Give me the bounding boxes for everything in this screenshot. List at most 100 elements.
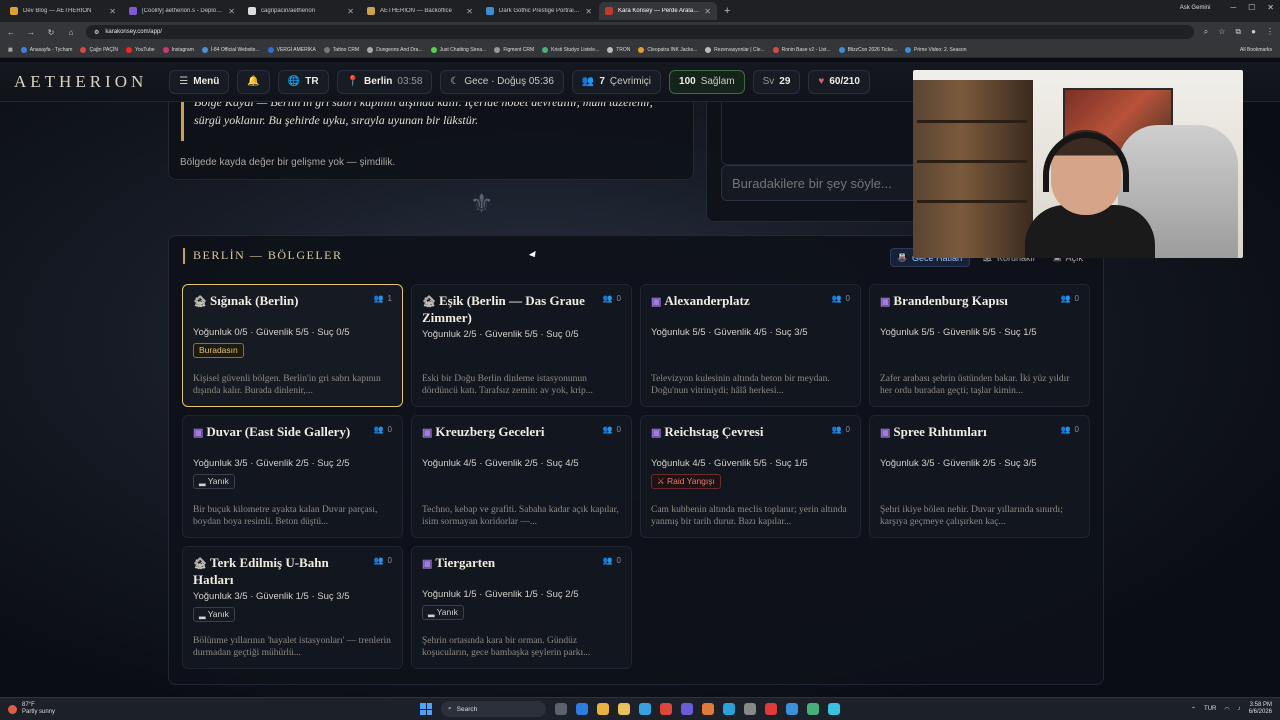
profile-avatar-icon[interactable]: ● bbox=[1251, 27, 1256, 37]
forward-icon[interactable]: → bbox=[26, 28, 36, 37]
bookmark-item[interactable]: Ronin Base v2 - List... bbox=[772, 46, 831, 53]
clock[interactable]: 3:58 PM 6/6/2026 bbox=[1249, 702, 1272, 716]
region-card[interactable]: ▣ Tiergarten 👥 0 Yoğunluk 1/5 · Güvenlik 1/5… bbox=[411, 546, 632, 669]
browser-tab[interactable]: Dark Gothic Prestige Portraits n ✕ bbox=[480, 2, 598, 20]
zoom-icon[interactable]: ⌕ bbox=[1204, 27, 1208, 37]
online-count-button[interactable]: 👥 7 Çevrimiçi bbox=[571, 69, 662, 94]
app-icon-green[interactable] bbox=[807, 703, 819, 715]
region-name: Reichstag Çevresi bbox=[664, 424, 764, 439]
bookmark-item[interactable]: Kristi Studyo Listele... bbox=[542, 46, 599, 53]
discord-icon[interactable] bbox=[681, 703, 693, 715]
app-logo[interactable]: AETHERION bbox=[14, 72, 147, 92]
browser-tab[interactable]: Dev Blog — AETHERION ✕ bbox=[4, 2, 122, 20]
vscode-icon[interactable] bbox=[786, 703, 798, 715]
bookmark-item[interactable]: Rezervasyonlar | Cle... bbox=[705, 46, 765, 53]
app-icon-orange[interactable] bbox=[702, 703, 714, 715]
home-icon[interactable]: ⌂ bbox=[66, 28, 76, 37]
bookmark-item[interactable]: Çağrı PAÇİN bbox=[80, 46, 118, 53]
bookmark-item[interactable]: Anasayfa - Tycham bbox=[20, 46, 72, 53]
chrome-icon[interactable] bbox=[597, 703, 609, 715]
star-icon[interactable]: ☆ bbox=[1218, 27, 1225, 37]
city-indicator[interactable]: 📍 Berlin 03:58 bbox=[336, 69, 433, 94]
windows-start-icon[interactable] bbox=[420, 703, 432, 715]
region-stats: Yoğunluk 3/5 · Güvenlik 2/5 · Suç 2/5 bbox=[193, 458, 350, 469]
obs-icon[interactable] bbox=[765, 703, 777, 715]
tab-close-icon[interactable]: ✕ bbox=[466, 7, 473, 16]
hp-indicator: ♥ 60/210 bbox=[808, 69, 870, 94]
extensions-icon[interactable]: ⧉ bbox=[1235, 27, 1241, 37]
region-occupants: 👥 0 bbox=[602, 294, 621, 303]
weather-widget[interactable]: 87°F Partly sunny bbox=[8, 702, 55, 716]
app-icon-red[interactable] bbox=[660, 703, 672, 715]
file-explorer-icon[interactable] bbox=[618, 703, 630, 715]
maximize-icon[interactable]: ☐ bbox=[1248, 3, 1255, 12]
region-stats: Yoğunluk 4/5 · Güvenlik 5/5 · Suç 1/5 bbox=[651, 458, 808, 469]
skype-icon[interactable] bbox=[639, 703, 651, 715]
region-card[interactable]: ▣ Alexanderplatz 👥 0 Yoğunluk 5/5 · Güvenlik… bbox=[640, 284, 861, 407]
tab-close-icon[interactable]: ✕ bbox=[704, 7, 711, 16]
all-bookmarks-button[interactable]: All Bookmarks bbox=[1240, 47, 1272, 53]
browser-tab[interactable]: Kara Konsey — Perde Aralanıyor ✕ bbox=[599, 2, 717, 20]
region-card[interactable]: 🏚 Eşik (Berlin — Das Graue Zimmer) 👥 0 Yoğun… bbox=[411, 284, 632, 407]
gemini-button[interactable]: Ask Gemini bbox=[1180, 5, 1211, 11]
bookmark-item[interactable]: VERGİ AMERİKA bbox=[267, 46, 316, 53]
tab-favicon-icon bbox=[486, 7, 494, 15]
menu-button[interactable]: ☰ Menü bbox=[169, 69, 230, 94]
tab-close-icon[interactable]: ✕ bbox=[585, 7, 592, 16]
notepad-icon[interactable] bbox=[828, 703, 840, 715]
taskbar-search[interactable]: ⌕ Search bbox=[441, 701, 546, 717]
users-icon: 👥 bbox=[1060, 294, 1071, 303]
district-icon: ▣ bbox=[651, 296, 662, 308]
region-occupants: 👥 0 bbox=[373, 556, 392, 565]
region-occupants: 👥 0 bbox=[373, 425, 392, 434]
users-icon: 👥 bbox=[1060, 425, 1071, 434]
task-view-icon[interactable] bbox=[555, 703, 567, 715]
tab-close-icon[interactable]: ✕ bbox=[228, 7, 235, 16]
telegram-icon[interactable] bbox=[723, 703, 735, 715]
os-taskbar: 87°F Partly sunny ⌕ Search ⌃ TUR ◠ ♪ 3:58… bbox=[0, 697, 1280, 720]
back-icon[interactable]: ← bbox=[6, 28, 16, 37]
app-icon-gray[interactable] bbox=[744, 703, 756, 715]
region-card[interactable]: ▣ Kreuzberg Geceleri 👥 0 Yoğunluk 4/5 · Güve… bbox=[411, 415, 632, 538]
region-card[interactable]: ▣ Brandenburg Kapısı 👥 0 Yoğunluk 5/5 · Güve… bbox=[869, 284, 1090, 407]
browser-menu-icon[interactable]: ⋮ bbox=[1266, 27, 1274, 37]
tray-overflow-icon[interactable]: ⌃ bbox=[1191, 706, 1196, 713]
bookmark-item[interactable]: Instagram bbox=[162, 46, 194, 53]
bookmark-item[interactable]: YouTube bbox=[125, 46, 155, 53]
bookmark-item[interactable]: TRON bbox=[607, 46, 630, 53]
region-card[interactable]: ▣ Spree Rıhtımları 👥 0 Yoğunluk 3/5 · Güvenl… bbox=[869, 415, 1090, 538]
region-card[interactable]: ▣ Reichstag Çevresi 👥 0 Yoğunluk 4/5 · Güven… bbox=[640, 415, 861, 538]
tab-close-icon[interactable]: ✕ bbox=[347, 7, 354, 16]
bookmark-item[interactable]: Prime Video: 2. Season bbox=[905, 46, 967, 53]
browser-tab[interactable]: [Coolify] aetherion.s - Deploym ✕ bbox=[123, 2, 241, 20]
volume-icon[interactable]: ♪ bbox=[1238, 706, 1241, 712]
browser-tab[interactable]: AETHERION — Backoffice ✕ bbox=[361, 2, 479, 20]
close-window-icon[interactable]: ✕ bbox=[1267, 3, 1274, 12]
minimize-icon[interactable]: ─ bbox=[1230, 3, 1236, 12]
bookmark-item[interactable]: Just Chatting Strea... bbox=[430, 46, 486, 53]
url-input[interactable]: ⚙ karakonsey.com/app/ bbox=[86, 25, 1194, 39]
bookmark-item[interactable]: İ-84 Official Website... bbox=[201, 46, 260, 53]
apps-icon[interactable]: ▦ bbox=[8, 47, 13, 53]
bookmark-favicon-icon bbox=[638, 46, 645, 53]
region-card[interactable]: ▣ Duvar (East Side Gallery) 👥 0 Yoğunluk 3/5… bbox=[182, 415, 403, 538]
tray-language[interactable]: TUR bbox=[1204, 706, 1216, 712]
bookmark-item[interactable]: BlizzCon 2026 Ticke... bbox=[838, 46, 897, 53]
reload-icon[interactable]: ↻ bbox=[46, 28, 56, 37]
site-info-icon[interactable]: ⚙ bbox=[94, 29, 99, 36]
new-tab-button[interactable]: + bbox=[718, 5, 736, 17]
bookmark-item[interactable]: Cleopatra INK Jacks... bbox=[638, 46, 697, 53]
region-card[interactable]: 🏚 Terk Edilmiş U-Bahn Hatları 👥 0 Yoğunluk 3… bbox=[182, 546, 403, 669]
browser-tab[interactable]: cagripacin/aetherion ✕ bbox=[242, 2, 360, 20]
notifications-button[interactable]: 🔔 bbox=[237, 69, 270, 94]
region-name: Sığınak (Berlin) bbox=[209, 293, 299, 308]
bookmark-item[interactable]: Dungeons And Dra... bbox=[367, 46, 423, 53]
wifi-icon[interactable]: ◠ bbox=[1224, 706, 1229, 713]
region-card[interactable]: 🏚 Sığınak (Berlin) 👥 1 Yoğunluk 0/5 · Güvenl… bbox=[182, 284, 403, 407]
edge-icon[interactable] bbox=[576, 703, 588, 715]
bookmark-item[interactable]: Tattoo CRM bbox=[323, 46, 359, 53]
language-button[interactable]: 🌐 TR bbox=[277, 69, 329, 94]
bookmark-item[interactable]: Figment CRM bbox=[494, 46, 534, 53]
tab-close-icon[interactable]: ✕ bbox=[109, 7, 116, 16]
address-bar-row: ← → ↻ ⌂ ⚙ karakonsey.com/app/ ⌕ ☆ ⧉ ● ⋮ bbox=[0, 22, 1280, 42]
